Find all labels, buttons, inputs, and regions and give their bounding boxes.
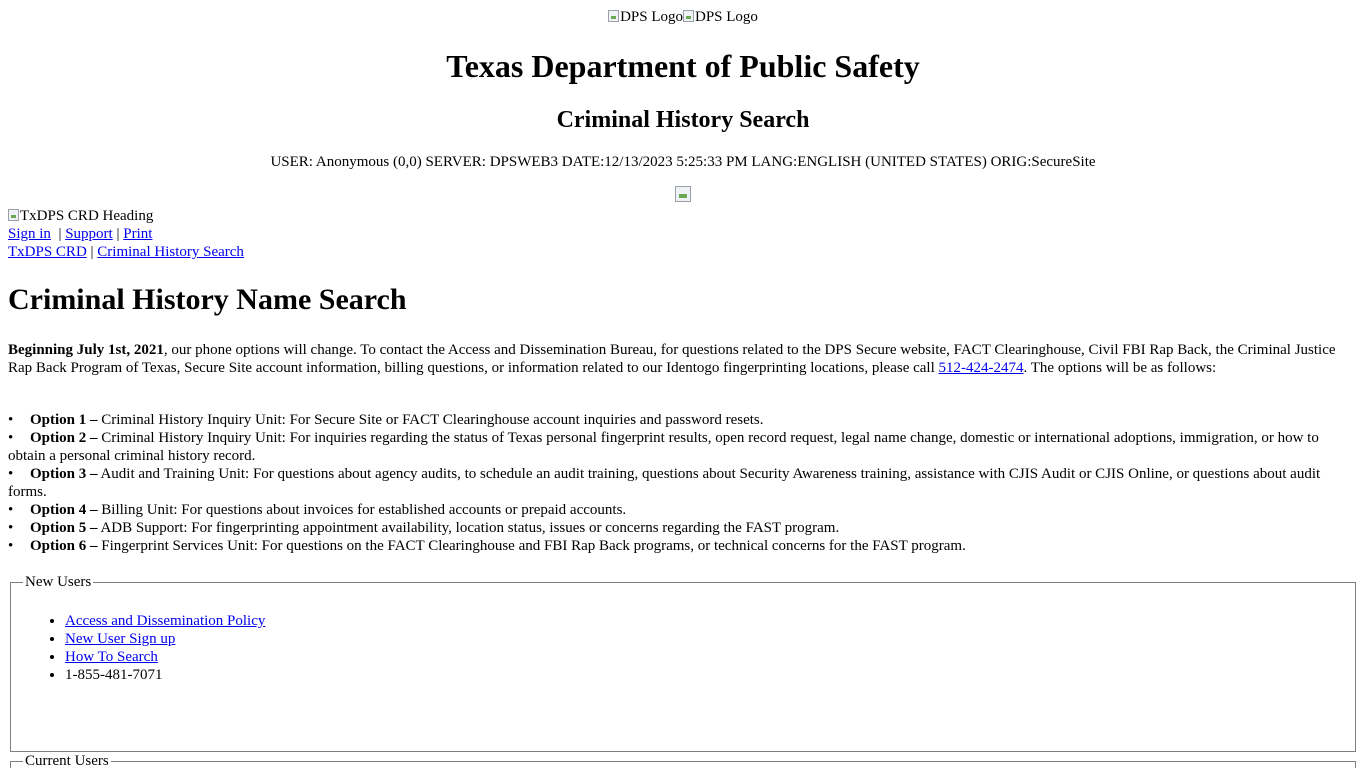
page-title: Criminal History Name Search [8, 283, 407, 316]
new-users-fieldset: New Users Access and Dissemination Polic… [10, 574, 1356, 752]
list-item: • Option 5 – ADB Support: For fingerprint… [8, 520, 840, 536]
broken-image-icon [8, 209, 19, 221]
support-phone: 1-855-481-7071 [65, 667, 163, 683]
intro-tail: . The options will be as follows: [1023, 360, 1217, 376]
logo-bar: DPS Logo DPS Logo [0, 8, 1366, 26]
crd-heading-image: TxDPS CRD Heading [8, 207, 153, 225]
breadcrumb-separator: | [86, 244, 98, 260]
sign-in-link[interactable]: Sign in [8, 226, 51, 242]
dps-logo-image: DPS Logo [683, 8, 758, 26]
list-item: How To Search [65, 648, 1355, 666]
session-status-line: USER: Anonymous (0,0) SERVER: DPSWEB3 DA… [270, 154, 1096, 170]
breadcrumb-home-link[interactable]: TxDPS CRD [8, 244, 87, 260]
current-users-legend: Current Users [25, 753, 109, 768]
phone-options-list: • Option 1 – Criminal History Inquiry Uni… [8, 411, 1358, 555]
breadcrumb: TxDPS CRD | Criminal History Search [8, 243, 244, 261]
intro-paragraph: Beginning July 1st, 2021, our phone opti… [8, 341, 1358, 377]
page: DPS Logo DPS Logo Texas Department of Pub… [0, 0, 1366, 768]
list-item: 1-855-481-7071 [65, 666, 1355, 684]
new-user-signup-link[interactable]: New User Sign up [65, 631, 175, 647]
how-to-search-link[interactable]: How To Search [65, 649, 158, 665]
top-nav: Sign in | Support | Print [8, 225, 152, 243]
breadcrumb-current-link[interactable]: Criminal History Search [97, 244, 244, 260]
list-item: Access and Dissemination Policy [65, 612, 1355, 630]
list-item: • Option 1 – Criminal History Inquiry Uni… [8, 412, 764, 428]
current-users-fieldset: Current Users [10, 753, 1356, 768]
nav-separator: | [112, 226, 124, 242]
phone-link[interactable]: 512-424-2474 [939, 360, 1024, 376]
broken-image-icon [683, 10, 694, 22]
new-users-list: Access and Dissemination Policy New User… [11, 612, 1355, 684]
list-item: • Option 2 – Criminal History Inquiry Uni… [8, 430, 1319, 464]
site-title: Texas Department of Public Safety [446, 48, 920, 84]
access-policy-link[interactable]: Access and Dissemination Policy [65, 613, 265, 629]
page-subtitle: Criminal History Search [556, 107, 810, 133]
list-item: • Option 4 – Billing Unit: For questions … [8, 502, 627, 518]
intro-bold: Beginning July 1st, 2021 [8, 342, 164, 358]
banner-image [675, 186, 691, 202]
dps-logo-image: DPS Logo [608, 8, 683, 26]
print-link[interactable]: Print [123, 226, 152, 242]
nav-separator: | [50, 226, 66, 242]
list-item: New User Sign up [65, 630, 1355, 648]
list-item: • Option 6 – Fingerprint Services Unit: F… [8, 538, 966, 554]
support-link[interactable]: Support [65, 226, 113, 242]
list-item: • Option 3 – Audit and Training Unit: For… [8, 466, 1321, 500]
new-users-legend: New Users [25, 574, 92, 590]
broken-image-icon [608, 10, 620, 22]
